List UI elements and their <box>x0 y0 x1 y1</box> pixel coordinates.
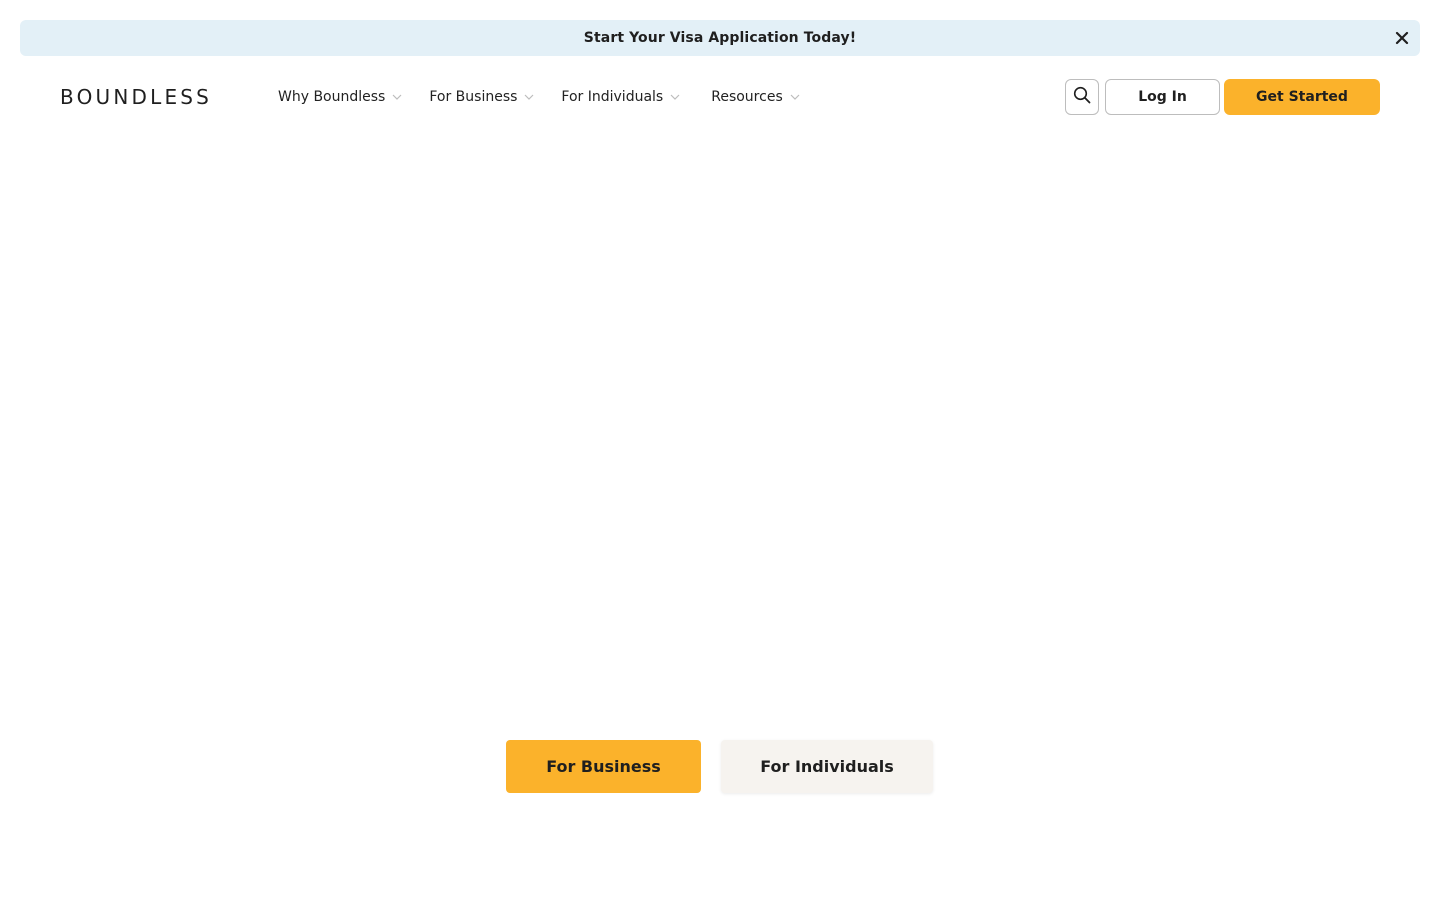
audience-switch: For Business For Individuals <box>506 740 933 793</box>
nav-item-for-individuals[interactable]: For Individuals <box>561 87 681 107</box>
chevron-down-icon <box>523 91 535 103</box>
announcement-banner: Start Your Visa Application Today! <box>20 20 1420 56</box>
nav-item-label: Why Boundless <box>278 89 386 105</box>
search-button[interactable] <box>1065 79 1099 115</box>
main-nav: Why Boundless For Business For Individua… <box>278 86 825 108</box>
banner-text[interactable]: Start Your Visa Application Today! <box>584 30 856 46</box>
chevron-down-icon <box>391 91 403 103</box>
search-icon <box>1073 86 1091 108</box>
logo[interactable]: BOUNDLESS <box>60 86 212 108</box>
close-icon[interactable] <box>1392 28 1412 48</box>
site-header: BOUNDLESS Why Boundless For Business For… <box>0 56 1440 136</box>
get-started-button[interactable]: Get Started <box>1224 79 1380 115</box>
for-individuals-button[interactable]: For Individuals <box>721 740 933 793</box>
nav-item-label: For Business <box>429 89 518 105</box>
nav-item-resources[interactable]: Resources <box>711 87 801 107</box>
chevron-down-icon <box>789 91 801 103</box>
nav-item-for-business[interactable]: For Business <box>429 87 535 107</box>
chevron-down-icon <box>669 91 681 103</box>
nav-item-label: For Individuals <box>561 89 664 105</box>
nav-item-why-boundless[interactable]: Why Boundless <box>278 87 403 107</box>
for-business-button[interactable]: For Business <box>506 740 701 793</box>
log-in-button[interactable]: Log In <box>1105 79 1220 115</box>
nav-item-label: Resources <box>711 89 783 105</box>
